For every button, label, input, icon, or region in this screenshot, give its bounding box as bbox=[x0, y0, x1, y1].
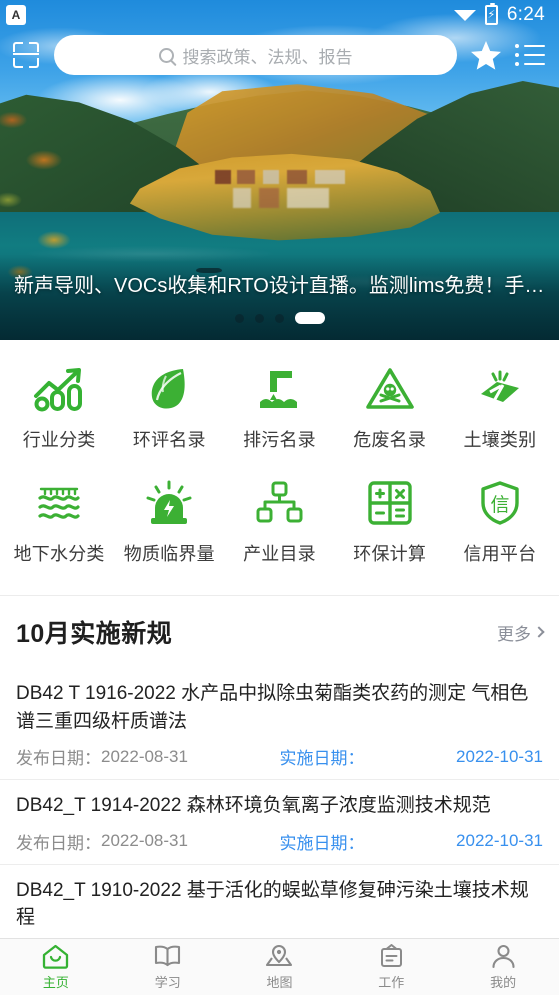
grid-item-environmental-calculator[interactable]: 环保计算 bbox=[335, 470, 445, 572]
grid-item-label: 危废名录 bbox=[353, 430, 427, 450]
hierarchy-tree-icon bbox=[250, 476, 308, 530]
star-favorite-icon[interactable] bbox=[469, 38, 503, 72]
home-icon bbox=[42, 943, 69, 969]
soil-plot-icon bbox=[471, 362, 529, 416]
grid-item-label: 排污名录 bbox=[243, 430, 316, 450]
grid-item-credit-platform[interactable]: 信 信用平台 bbox=[445, 470, 555, 572]
grid-item-hazardous-waste-catalog[interactable]: 危废名录 bbox=[335, 356, 445, 458]
calculator-icon bbox=[361, 476, 419, 530]
tab-study[interactable]: 学习 bbox=[112, 943, 224, 991]
grid-item-label: 产业目录 bbox=[243, 544, 316, 564]
notification-letter: A bbox=[11, 8, 21, 22]
grid-item-label: 信用平台 bbox=[463, 544, 537, 564]
publish-date: 2022-08-31 bbox=[101, 831, 188, 851]
wifi-signal-icon bbox=[453, 10, 476, 21]
list-item-title: DB42_T 1914-2022 森林环境负氧离子浓度监测技术规范 bbox=[16, 795, 491, 817]
list-item-meta: 发布日期： 2022-08-31 实施日期： 2022-10-31 bbox=[16, 744, 543, 769]
tab-profile[interactable]: 我的 bbox=[447, 943, 559, 991]
status-clock: 6:24 bbox=[506, 4, 545, 25]
hazard-skull-triangle-icon bbox=[361, 362, 419, 416]
grid-item-label: 土壤类别 bbox=[463, 430, 537, 450]
section-divider bbox=[0, 595, 559, 596]
tab-work[interactable]: 工作 bbox=[335, 943, 447, 991]
grid-item-label: 环评名录 bbox=[132, 430, 206, 450]
scan-qr-icon[interactable] bbox=[10, 39, 42, 71]
grid-item-industry-classification[interactable]: 行业分类 bbox=[4, 356, 114, 458]
list-item[interactable]: DB42_T 1910-2022 基于活化的蜈蚣草修复砷污染土壤技术规程 bbox=[0, 865, 559, 943]
regulation-list: DB42 T 1916-2022 水产品中拟除虫菊酯类农药的测定 气相色谱三重四… bbox=[0, 668, 559, 943]
pagination-dot[interactable] bbox=[234, 313, 244, 323]
search-icon bbox=[158, 47, 174, 63]
banner-caption[interactable]: 新声导则、VOCs收集和RTO设计直播。监测lims免费！手… bbox=[0, 269, 559, 298]
list-item[interactable]: DB42 T 1916-2022 水产品中拟除虫菊酯类农药的测定 气相色谱三重四… bbox=[0, 668, 559, 781]
pagination-dot-active[interactable] bbox=[294, 312, 325, 324]
grid-item-eia-catalog[interactable]: 环评名录 bbox=[114, 356, 224, 458]
app-screen: 新声导则、VOCs收集和RTO设计直播。监测lims免费！手… A ⚡ 6:24… bbox=[0, 0, 559, 995]
more-label: 更多 bbox=[497, 624, 531, 644]
list-menu-icon[interactable] bbox=[515, 42, 545, 68]
pagination-dot[interactable] bbox=[254, 313, 264, 323]
bottom-tab-bar: 主页 学习 地图 工作 我的 bbox=[0, 938, 559, 995]
tab-map[interactable]: 地图 bbox=[224, 943, 336, 991]
tab-label: 我的 bbox=[490, 975, 517, 990]
grid-item-label: 物质临界量 bbox=[123, 544, 215, 564]
list-item-title: DB42_T 1910-2022 基于活化的蜈蚣草修复砷污染土壤技术规程 bbox=[16, 879, 529, 929]
list-item-title: DB42 T 1916-2022 水产品中拟除虫菊酯类农药的测定 气相色谱三重四… bbox=[16, 683, 529, 732]
effective-date: 2022-10-31 bbox=[456, 831, 543, 851]
battery-bolt-glyph: ⚡ bbox=[487, 8, 496, 21]
pagination-dot[interactable] bbox=[274, 313, 284, 323]
page-title: 10月实施新规 bbox=[16, 620, 173, 648]
tab-home[interactable]: 主页 bbox=[0, 943, 112, 991]
grid-item-label: 环保计算 bbox=[353, 544, 427, 564]
discharge-pipe-icon bbox=[250, 362, 308, 416]
publish-label: 发布日期： bbox=[16, 833, 101, 853]
user-profile-icon bbox=[491, 943, 516, 969]
list-item-meta: 发布日期： 2022-08-31 实施日期： 2022-10-31 bbox=[16, 829, 543, 854]
tab-label: 学习 bbox=[154, 975, 181, 990]
publish-label: 发布日期： bbox=[16, 749, 101, 769]
section-header: 10月实施新规 更多 bbox=[0, 608, 559, 656]
grid-item-discharge-catalog[interactable]: 排污名录 bbox=[224, 356, 334, 458]
more-button[interactable]: 更多 bbox=[497, 620, 545, 645]
effective-date: 2022-10-31 bbox=[456, 746, 543, 766]
grid-item-industry-directory[interactable]: 产业目录 bbox=[224, 470, 334, 572]
shield-credit-icon: 信 bbox=[471, 476, 529, 530]
tab-label: 主页 bbox=[42, 975, 69, 990]
leaf-icon bbox=[140, 362, 198, 416]
battery-charging-icon: ⚡ bbox=[484, 3, 498, 25]
publish-date: 2022-08-31 bbox=[101, 746, 188, 766]
top-search-header: 搜索政策、法规、报告 bbox=[0, 33, 559, 77]
effective-label: 实施日期： bbox=[279, 833, 365, 853]
list-item[interactable]: DB42_T 1914-2022 森林环境负氧离子浓度监测技术规范 发布日期： … bbox=[0, 780, 559, 865]
search-placeholder: 搜索政策、法规、报告 bbox=[182, 47, 353, 67]
svg-text:信: 信 bbox=[490, 494, 509, 516]
grid-item-soil-category[interactable]: 土壤类别 bbox=[445, 356, 555, 458]
tab-label: 地图 bbox=[266, 975, 293, 990]
search-input[interactable]: 搜索政策、法规、报告 bbox=[54, 35, 457, 75]
banner-pagination[interactable] bbox=[0, 312, 559, 324]
grid-item-critical-quantity[interactable]: 物质临界量 bbox=[114, 470, 224, 572]
grid-item-label: 地下水分类 bbox=[13, 544, 105, 564]
book-icon bbox=[154, 943, 181, 969]
alarm-siren-bolt-icon bbox=[140, 476, 198, 530]
grid-item-label: 行业分类 bbox=[22, 430, 96, 450]
clipboard-work-icon bbox=[379, 943, 404, 969]
feature-grid: 行业分类 环评名录 排污名录 危废名录 土壤类别 地下水分类 物质临界量 产业目… bbox=[0, 348, 559, 572]
chevron-right-icon bbox=[533, 626, 545, 638]
tab-label: 工作 bbox=[378, 975, 405, 990]
map-pin-icon bbox=[265, 943, 293, 969]
status-bar: A ⚡ 6:24 bbox=[0, 0, 559, 30]
groundwater-waves-icon bbox=[30, 476, 88, 530]
app-notification-a-icon: A bbox=[6, 5, 26, 25]
bar-chart-growth-icon bbox=[30, 362, 88, 416]
effective-label: 实施日期： bbox=[279, 749, 365, 769]
grid-item-groundwater-classification[interactable]: 地下水分类 bbox=[4, 470, 114, 572]
